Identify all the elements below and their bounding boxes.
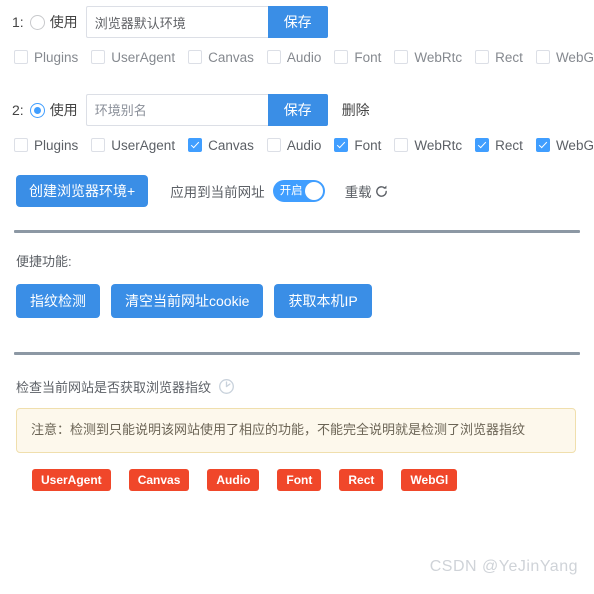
checkbox-audio-1[interactable] [266,50,281,64]
profile-index-2: 2: [12,102,24,118]
refresh-circle-icon[interactable] [218,378,235,395]
checkbox-label-audio-1: Audio [286,49,322,65]
checkbox-item-webrtc-1[interactable]: WebRtc [394,50,462,65]
apply-to-site-toggle[interactable]: 开启 [272,180,325,202]
clear-cookie-button[interactable]: 清空当前网址cookie [111,284,264,318]
checkbox-label-useragent-2: UserAgent [111,137,176,153]
checkbox-webgl-2[interactable] [535,138,550,152]
checkbox-label-webrtc-2: WebRtc [414,137,463,153]
checkbox-label-useragent-1: UserAgent [111,49,176,65]
checkbox-label-rect-1: Rect [495,49,523,65]
profile-save-button-1[interactable]: 保存 [267,6,328,38]
checkbox-item-webrtc-2[interactable]: WebRtc [394,138,462,153]
checkbox-canvas-2[interactable] [188,138,203,152]
detect-notice: 注意：检测到只能说明该网站使用了相应的功能，不能完全说明就是检测了浏览器指纹 [16,408,576,454]
action-bar: 创建浏览器环境+ 应用到当前网址 开启 重载 [12,158,582,216]
create-profile-button[interactable]: 创建浏览器环境+ [16,175,149,207]
extension-popup: 1: 使用 保存 Plugins UserAgent Canvas Audio … [0,0,594,575]
profile-row-1: 1: 使用 保存 [12,0,582,44]
refresh-icon [374,184,389,199]
detected-tag-font[interactable]: Font [277,469,322,492]
checkbox-label-font-1: Font [354,49,382,65]
checkbox-useragent-2[interactable] [91,138,106,152]
reload-button[interactable]: 重载 [345,181,389,201]
checkbox-item-audio-2[interactable]: Audio [266,137,322,153]
checkbox-item-rect-1[interactable]: Rect [475,50,523,65]
get-local-ip-button[interactable]: 获取本机IP [274,284,372,318]
checkbox-label-canvas-2: Canvas [208,137,254,153]
reload-label: 重载 [344,185,372,200]
checkbox-font-1[interactable] [334,50,349,64]
checkbox-plugins-2[interactable] [14,138,28,152]
checkbox-item-canvas-2[interactable]: Canvas [188,138,254,153]
checkbox-label-canvas-1: Canvas [208,49,254,65]
checkbox-label-audio-2: Audio [286,137,322,153]
profile-index-1: 1: [12,14,24,30]
apply-to-site-label: 应用到当前网址 [170,185,265,200]
checkbox-webrtc-2[interactable] [394,138,409,152]
fingerprint-detect-button[interactable]: 指纹检测 [16,284,100,318]
checkbox-font-2[interactable] [334,138,349,152]
detected-tag-useragent[interactable]: UserAgent [32,469,111,492]
checkbox-useragent-1[interactable] [91,50,106,64]
detected-tags-row: UserAgent Canvas Audio Font Rect WebGl [12,469,582,492]
detect-title-row: 检查当前网站是否获取浏览器指纹 [12,377,582,396]
checkbox-label-plugins-2: Plugins [34,137,79,153]
profile-options-row-2: Plugins UserAgent Canvas Audio Font WebR… [12,132,594,158]
checkbox-label-font-2: Font [354,137,382,153]
profile-save-button-2[interactable]: 保存 [267,94,328,126]
checkbox-item-webgl-1[interactable]: WebGl [535,49,594,65]
profile-input-group-1: 保存 [85,6,328,38]
checkbox-webrtc-1[interactable] [394,50,409,64]
divider-1 [14,230,580,233]
profile-use-label-2: 使用 [49,102,78,118]
checkbox-label-rect-2: Rect [495,137,523,153]
divider-2 [14,352,580,355]
toggle-knob [304,182,323,200]
detected-tag-webgl[interactable]: WebGl [401,469,458,492]
profile-alias-input-1[interactable] [85,6,268,38]
checkbox-item-font-2[interactable]: Font [334,138,381,153]
checkbox-item-plugins-2[interactable]: Plugins [14,138,78,153]
detected-tag-audio[interactable]: Audio [207,469,260,492]
profile-radio-1[interactable] [29,14,45,30]
profile-options-row-1: Plugins UserAgent Canvas Audio Font WebR… [12,44,594,70]
shortcuts-section-label: 便捷功能: [16,254,72,269]
checkbox-item-font-1[interactable]: Font [334,50,381,65]
checkbox-plugins-1[interactable] [14,50,28,64]
checkbox-item-useragent-2[interactable]: UserAgent [91,138,175,153]
toggle-state-text: 开启 [279,185,303,197]
profile-alias-input-2[interactable] [85,94,268,126]
checkbox-item-audio-1[interactable]: Audio [266,49,322,65]
checkbox-audio-2[interactable] [266,138,281,152]
checkbox-rect-2[interactable] [475,138,490,152]
profile-delete-link-2[interactable]: 删除 [342,100,370,120]
detected-tag-canvas[interactable]: Canvas [128,469,190,492]
detected-tag-rect[interactable]: Rect [339,469,384,492]
checkbox-label-plugins-1: Plugins [34,49,79,65]
checkbox-item-plugins-1[interactable]: Plugins [14,50,78,65]
checkbox-webgl-1[interactable] [535,50,550,64]
checkbox-item-useragent-1[interactable]: UserAgent [91,50,175,65]
profile-input-group-2: 保存 [85,94,328,126]
checkbox-item-webgl-2[interactable]: WebGl [535,137,594,153]
shortcuts-button-row: 指纹检测 清空当前网址cookie 获取本机IP [12,284,582,318]
detect-title: 检查当前网站是否获取浏览器指纹 [16,380,212,395]
checkbox-rect-1[interactable] [475,50,490,64]
checkbox-label-webrtc-1: WebRtc [414,49,463,65]
checkbox-item-rect-2[interactable]: Rect [475,138,523,153]
watermark: CSDN @YeJinYang [429,558,578,575]
checkbox-label-webgl-2: WebGl [555,137,594,153]
checkbox-item-canvas-1[interactable]: Canvas [188,50,254,65]
checkbox-canvas-1[interactable] [188,50,203,64]
profile-row-2: 2: 使用 保存 删除 [12,88,582,132]
profile-radio-2[interactable] [29,102,45,118]
profile-use-label-1: 使用 [49,14,78,30]
checkbox-label-webgl-1: WebGl [555,49,594,65]
